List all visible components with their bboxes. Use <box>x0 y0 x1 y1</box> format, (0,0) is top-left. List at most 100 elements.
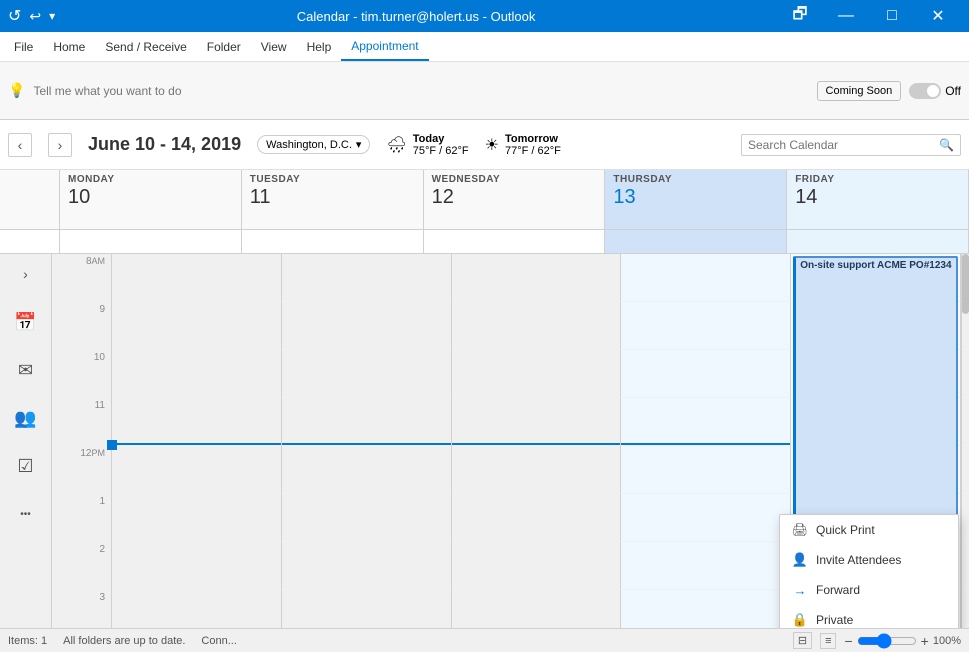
menu-help[interactable]: Help <box>297 32 342 61</box>
cell-thu-3[interactable] <box>621 590 791 628</box>
minimize-btn[interactable]: — <box>823 0 869 32</box>
menu-folder[interactable]: Folder <box>197 32 251 61</box>
cell-tue-2[interactable] <box>282 542 452 590</box>
zoom-out-btn[interactable]: − <box>844 633 852 649</box>
cell-thu-1[interactable] <box>621 494 791 542</box>
next-week-button[interactable]: › <box>48 133 72 157</box>
items-count: Items: 1 <box>8 635 47 647</box>
context-menu-private[interactable]: 🔒 Private <box>780 605 958 628</box>
menu-file[interactable]: File <box>4 32 43 61</box>
cell-tue-9[interactable] <box>282 302 452 350</box>
menu-send-receive[interactable]: Send / Receive <box>95 32 196 61</box>
context-menu-quick-print[interactable]: 🖨 Quick Print <box>780 515 958 545</box>
sidebar-icon-people[interactable]: 👥 <box>10 402 42 434</box>
tomorrow-temp: 77°F / 62°F <box>505 145 561 157</box>
invite-attendees-label: Invite Attendees <box>816 553 901 567</box>
time-label-10: 10 <box>52 350 112 398</box>
cell-mon-3[interactable] <box>112 590 282 628</box>
today-temp: 75°F / 62°F <box>413 145 469 157</box>
allday-wednesday <box>424 230 606 253</box>
allday-monday <box>60 230 242 253</box>
cell-thu-12[interactable] <box>621 446 791 494</box>
cell-tue-12[interactable] <box>282 446 452 494</box>
cell-thu-11[interactable] <box>621 398 791 446</box>
cell-wed-1[interactable] <box>452 494 622 542</box>
allday-row <box>0 230 969 254</box>
cell-thu-2[interactable] <box>621 542 791 590</box>
cell-wed-11[interactable] <box>452 398 622 446</box>
context-menu-invite-attendees[interactable]: 👤 Invite Attendees <box>780 545 958 575</box>
prev-week-button[interactable]: ‹ <box>8 133 32 157</box>
time-label-9: 9 <box>52 302 112 350</box>
cell-mon-1[interactable] <box>112 494 282 542</box>
cell-wed-9[interactable] <box>452 302 622 350</box>
search-icon: 🔍 <box>939 138 954 152</box>
printer-icon: 🖨 <box>792 522 808 538</box>
cell-tue-10[interactable] <box>282 350 452 398</box>
cell-mon-9[interactable] <box>112 302 282 350</box>
restore-btn[interactable]: 🗗 <box>777 0 823 32</box>
scrollbar-thumb[interactable] <box>962 254 969 314</box>
undo-icon[interactable]: ↩ <box>29 8 41 25</box>
sidebar-icon-calendar[interactable]: 📅 <box>10 306 42 338</box>
forward-icon: → <box>792 582 808 598</box>
cell-thu-9[interactable] <box>621 302 791 350</box>
day-header-monday: MONDAY 10 <box>60 170 242 229</box>
context-menu-forward[interactable]: → Forward <box>780 575 958 605</box>
ribbon-tell-me: 💡 Coming Soon Off <box>8 81 961 101</box>
refresh-icon[interactable]: ↺ <box>8 6 21 26</box>
search-box[interactable]: 🔍 <box>741 134 961 156</box>
location-pill[interactable]: Washington, D.C. ▾ <box>257 135 370 154</box>
cell-wed-10[interactable] <box>452 350 622 398</box>
search-input[interactable] <box>748 138 935 152</box>
cell-wed-12[interactable] <box>452 446 622 494</box>
coming-soon-button[interactable]: Coming Soon <box>817 81 902 101</box>
lightbulb-icon: 💡 <box>8 82 25 99</box>
rain-icon: 🌧 <box>386 135 406 155</box>
list-view-icon[interactable]: ≡ <box>820 633 836 649</box>
cell-mon-12[interactable] <box>112 446 282 494</box>
menu-home[interactable]: Home <box>43 32 95 61</box>
maximize-btn[interactable]: □ <box>869 0 915 32</box>
allday-tuesday <box>242 230 424 253</box>
menu-view[interactable]: View <box>251 32 297 61</box>
date-range: June 10 - 14, 2019 <box>88 134 241 155</box>
cell-mon-11[interactable] <box>112 398 282 446</box>
cell-tue-1[interactable] <box>282 494 452 542</box>
cell-tue-11[interactable] <box>282 398 452 446</box>
lock-icon: 🔒 <box>792 612 808 628</box>
menu-appointment[interactable]: Appointment <box>341 32 428 61</box>
cell-wed-8[interactable] <box>452 254 622 302</box>
weather-today: 🌧 Today 75°F / 62°F <box>386 133 468 157</box>
sidebar-icon-mail[interactable]: ✉ <box>10 354 42 386</box>
toggle-switch[interactable] <box>909 83 941 99</box>
cell-thu-10[interactable] <box>621 350 791 398</box>
cell-wed-3[interactable] <box>452 590 622 628</box>
cell-fri-8[interactable]: On-site support ACME PO#1234 <box>791 254 961 302</box>
sidebar-icon-more[interactable]: ••• <box>10 498 42 530</box>
cell-tue-3[interactable] <box>282 590 452 628</box>
location-dropdown-icon: ▾ <box>356 138 362 151</box>
sidebar-icon-back[interactable]: › <box>10 258 42 290</box>
sidebar-icon-tasks[interactable]: ☑ <box>10 450 42 482</box>
cell-wed-2[interactable] <box>452 542 622 590</box>
day-header-thursday: THURSDAY 13 <box>605 170 787 229</box>
tomorrow-label: Tomorrow <box>505 133 561 145</box>
cell-thu-8[interactable] <box>621 254 791 302</box>
zoom-slider[interactable] <box>857 633 917 649</box>
cell-mon-2[interactable] <box>112 542 282 590</box>
time-label-1: 1 <box>52 494 112 542</box>
sync-status: All folders are up to date. <box>63 635 185 647</box>
close-btn[interactable]: ✕ <box>915 0 961 32</box>
conn-status: Conn... <box>201 635 236 647</box>
cell-tue-8[interactable] <box>282 254 452 302</box>
zoom-in-btn[interactable]: + <box>921 633 929 649</box>
tell-me-input[interactable] <box>33 84 233 98</box>
title-bar-left: ↺ ↩ ▾ <box>8 6 55 26</box>
left-sidebar: › 📅 ✉ 👥 ☑ ••• <box>0 254 52 628</box>
grid-view-icon[interactable]: ⊟ <box>793 632 812 649</box>
cell-mon-8[interactable] <box>112 254 282 302</box>
cell-mon-10[interactable] <box>112 350 282 398</box>
sun-icon: ☀ <box>485 135 499 155</box>
allday-label-cell <box>0 230 60 253</box>
